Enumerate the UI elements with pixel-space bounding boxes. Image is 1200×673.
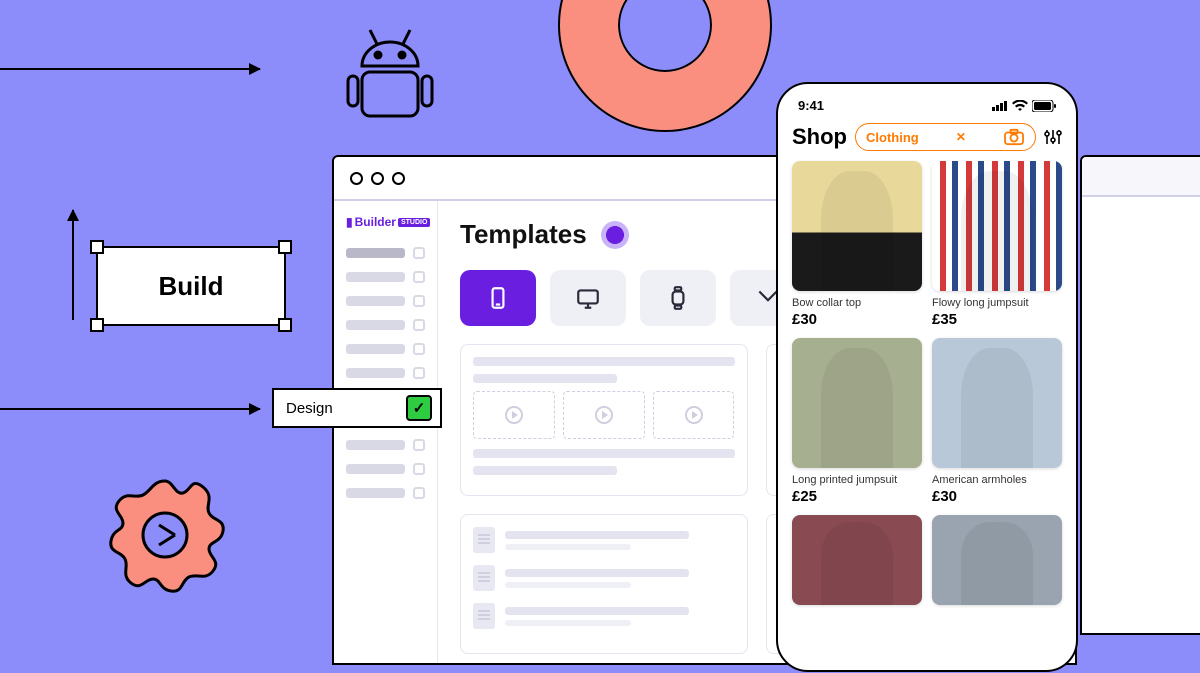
sidebar-item[interactable] (346, 343, 425, 355)
sidebar-item[interactable] (346, 247, 425, 259)
sidebar-item[interactable] (346, 463, 425, 475)
window-control-close[interactable] (350, 172, 363, 185)
window-control-maximize[interactable] (392, 172, 405, 185)
signal-icon (992, 100, 1008, 111)
background-window (1080, 155, 1200, 635)
phone-mockup: 9:41 Shop Clothing ✕ Bow collar top £30 … (776, 82, 1078, 672)
gear-icon (100, 470, 230, 605)
product-name: American armholes (932, 474, 1062, 486)
android-robot-icon (340, 28, 440, 133)
camera-icon[interactable] (1003, 128, 1025, 146)
product-image (792, 161, 922, 291)
status-bar: 9:41 (792, 98, 1062, 113)
sidebar-item[interactable] (346, 367, 425, 379)
build-selection-box[interactable]: Build (96, 246, 286, 326)
logo-text: Builder (355, 215, 396, 229)
sidebar-item[interactable] (346, 439, 425, 451)
product-card[interactable] (932, 515, 1062, 611)
sidebar-item[interactable] (346, 487, 425, 499)
product-name: Flowy long jumpsuit (932, 297, 1062, 309)
product-price: £30 (792, 311, 922, 328)
device-desktop-button[interactable] (550, 270, 626, 326)
product-price: £25 (792, 488, 922, 505)
product-card[interactable]: American armholes £30 (932, 338, 1062, 505)
document-icon (473, 603, 495, 629)
product-image (792, 338, 922, 468)
product-card[interactable]: Bow collar top £30 (792, 161, 922, 328)
device-watch-button[interactable] (640, 270, 716, 326)
template-card[interactable] (460, 344, 748, 496)
record-indicator-icon[interactable] (601, 221, 629, 249)
resize-handle-tl[interactable] (90, 240, 104, 254)
resize-handle-br[interactable] (278, 318, 292, 332)
product-image (792, 515, 922, 605)
status-time: 9:41 (798, 98, 824, 113)
chip-remove-icon[interactable]: ✕ (956, 130, 966, 144)
product-price: £30 (932, 488, 1062, 505)
wifi-icon (1012, 100, 1028, 112)
document-icon (473, 527, 495, 553)
donut-shape (560, 0, 770, 130)
design-checkbox-chip[interactable]: Design ✓ (272, 388, 442, 428)
shop-title: Shop (792, 124, 847, 150)
arrow-up (72, 210, 74, 320)
window-control-minimize[interactable] (371, 172, 384, 185)
logo-badge: STUDIO (398, 218, 430, 227)
product-name: Bow collar top (792, 297, 922, 309)
chip-label: Clothing (866, 130, 919, 145)
sidebar-item[interactable] (346, 319, 425, 331)
document-icon (473, 565, 495, 591)
design-label: Design (286, 400, 333, 417)
sidebar: ▮ Builder STUDIO (334, 201, 438, 663)
device-mobile-button[interactable] (460, 270, 536, 326)
product-price: £35 (932, 311, 1062, 328)
product-name: Long printed jumpsuit (792, 474, 922, 486)
resize-handle-tr[interactable] (278, 240, 292, 254)
product-image (932, 338, 1062, 468)
filter-sliders-icon[interactable] (1044, 128, 1062, 146)
arrow-right-2 (0, 408, 260, 410)
battery-icon (1032, 100, 1056, 112)
template-card[interactable] (460, 514, 748, 654)
product-card[interactable] (792, 515, 922, 611)
check-icon: ✓ (406, 395, 432, 421)
resize-handle-bl[interactable] (90, 318, 104, 332)
page-title: Templates (460, 219, 587, 250)
video-thumb[interactable] (473, 391, 555, 439)
filter-chip-clothing[interactable]: Clothing ✕ (855, 123, 1036, 151)
product-card[interactable]: Flowy long jumpsuit £35 (932, 161, 1062, 328)
sidebar-item[interactable] (346, 295, 425, 307)
product-image (932, 161, 1062, 291)
video-thumb[interactable] (653, 391, 735, 439)
sidebar-item[interactable] (346, 271, 425, 283)
product-image (932, 515, 1062, 605)
product-card[interactable]: Long printed jumpsuit £25 (792, 338, 922, 505)
arrow-right-1 (0, 68, 260, 70)
build-label: Build (159, 271, 224, 302)
video-thumb[interactable] (563, 391, 645, 439)
builder-logo[interactable]: ▮ Builder STUDIO (346, 215, 425, 229)
